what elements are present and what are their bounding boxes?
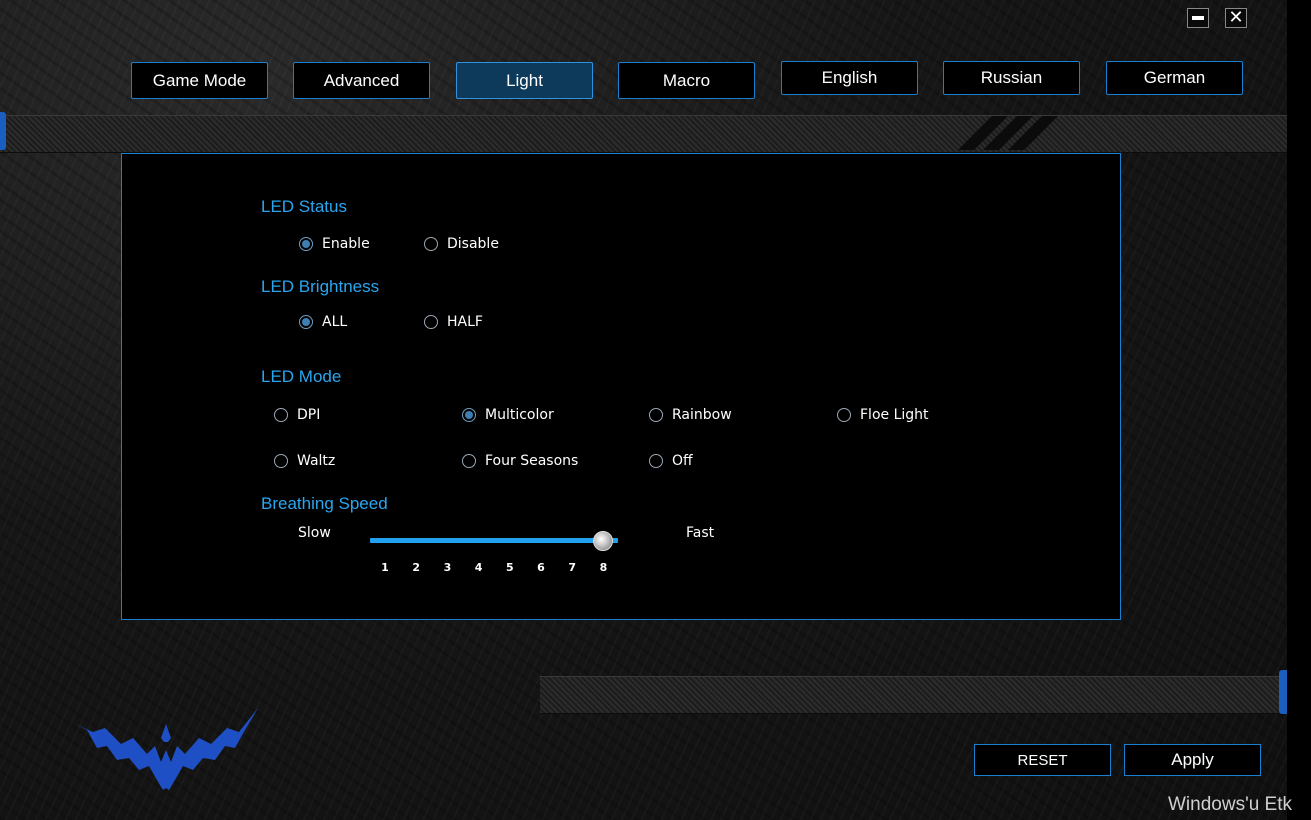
radio-checked-icon — [462, 408, 476, 422]
radio-label: Enable — [322, 236, 370, 252]
led-mode-waltz-radio[interactable]: Waltz — [274, 453, 335, 469]
radio-label: Disable — [447, 236, 499, 252]
slider-tick-label: 5 — [505, 561, 514, 574]
slider-min-label: Slow — [298, 525, 331, 541]
radio-label: Rainbow — [672, 407, 732, 423]
led-mode-dpi-radio[interactable]: DPI — [274, 407, 320, 423]
app-window: ✕ Game Mode Advanced Light Macro English… — [0, 0, 1287, 820]
tab-light[interactable]: Light — [456, 62, 593, 99]
led-brightness-title: LED Brightness — [261, 277, 380, 296]
radio-unchecked-icon — [462, 454, 476, 468]
breathing-speed-title: Breathing Speed — [261, 494, 388, 513]
radio-unchecked-icon — [424, 237, 438, 251]
close-icon[interactable]: ✕ — [1225, 8, 1247, 28]
led-mode-floe-light-radio[interactable]: Floe Light — [837, 407, 929, 423]
radio-unchecked-icon — [274, 454, 288, 468]
radio-label: DPI — [297, 407, 321, 423]
radio-unchecked-icon — [837, 408, 851, 422]
slider-tick-label: 3 — [443, 561, 452, 574]
radio-label: ALL — [322, 314, 348, 330]
reset-button[interactable]: RESET — [974, 744, 1111, 776]
radio-label: HALF — [447, 314, 483, 330]
radio-checked-icon — [299, 237, 313, 251]
decorative-stripe-bottom — [540, 676, 1287, 714]
apply-button[interactable]: Apply — [1124, 744, 1261, 776]
slider-tick-label: 2 — [412, 561, 421, 574]
radio-checked-icon — [299, 315, 313, 329]
radio-unchecked-icon — [274, 408, 288, 422]
led-mode-rainbow-radio[interactable]: Rainbow — [649, 407, 732, 423]
language-german-button[interactable]: German — [1106, 61, 1243, 95]
led-brightness-half-radio[interactable]: HALF — [424, 314, 483, 330]
led-status-disable-radio[interactable]: Disable — [424, 236, 499, 252]
led-mode-off-radio[interactable]: Off — [649, 453, 693, 469]
led-brightness-all-radio[interactable]: ALL — [299, 314, 347, 330]
led-status-title: LED Status — [261, 197, 347, 216]
slider-max-label: Fast — [686, 525, 715, 541]
language-russian-button[interactable]: Russian — [943, 61, 1080, 95]
led-mode-four-seasons-radio[interactable]: Four Seasons — [462, 453, 578, 469]
radio-unchecked-icon — [649, 454, 663, 468]
slider-tick-label: 1 — [381, 561, 389, 574]
led-mode-multicolor-radio[interactable]: Multicolor — [462, 407, 554, 423]
led-status-enable-radio[interactable]: Enable — [299, 236, 370, 252]
radio-label: Off — [672, 453, 693, 469]
breathing-speed-slider-track[interactable] — [370, 538, 618, 543]
radio-label: Floe Light — [860, 407, 929, 423]
radio-unchecked-icon — [649, 408, 663, 422]
radio-label: Multicolor — [485, 407, 554, 423]
decorative-notch-right — [1279, 670, 1287, 714]
windows-activation-watermark: Windows'u Etk — [1168, 794, 1293, 815]
radio-unchecked-icon — [424, 315, 438, 329]
decorative-stripe-top — [0, 115, 1287, 153]
language-english-button[interactable]: English — [781, 61, 918, 95]
slider-tick-label: 7 — [568, 561, 577, 574]
radio-label: Four Seasons — [485, 453, 579, 469]
led-mode-title: LED Mode — [261, 367, 342, 386]
radio-label: Waltz — [297, 453, 336, 469]
slider-tick-label: 4 — [474, 561, 483, 574]
tab-macro[interactable]: Macro — [618, 62, 755, 99]
decorative-notch-left — [0, 112, 6, 150]
tab-game-mode[interactable]: Game Mode — [131, 62, 268, 99]
tab-advanced[interactable]: Advanced — [293, 62, 430, 99]
minimize-icon[interactable] — [1187, 8, 1209, 28]
slider-tick-label: 8 — [599, 561, 608, 574]
slider-tick-label: 6 — [537, 561, 545, 574]
eagle-logo-icon — [75, 708, 258, 790]
